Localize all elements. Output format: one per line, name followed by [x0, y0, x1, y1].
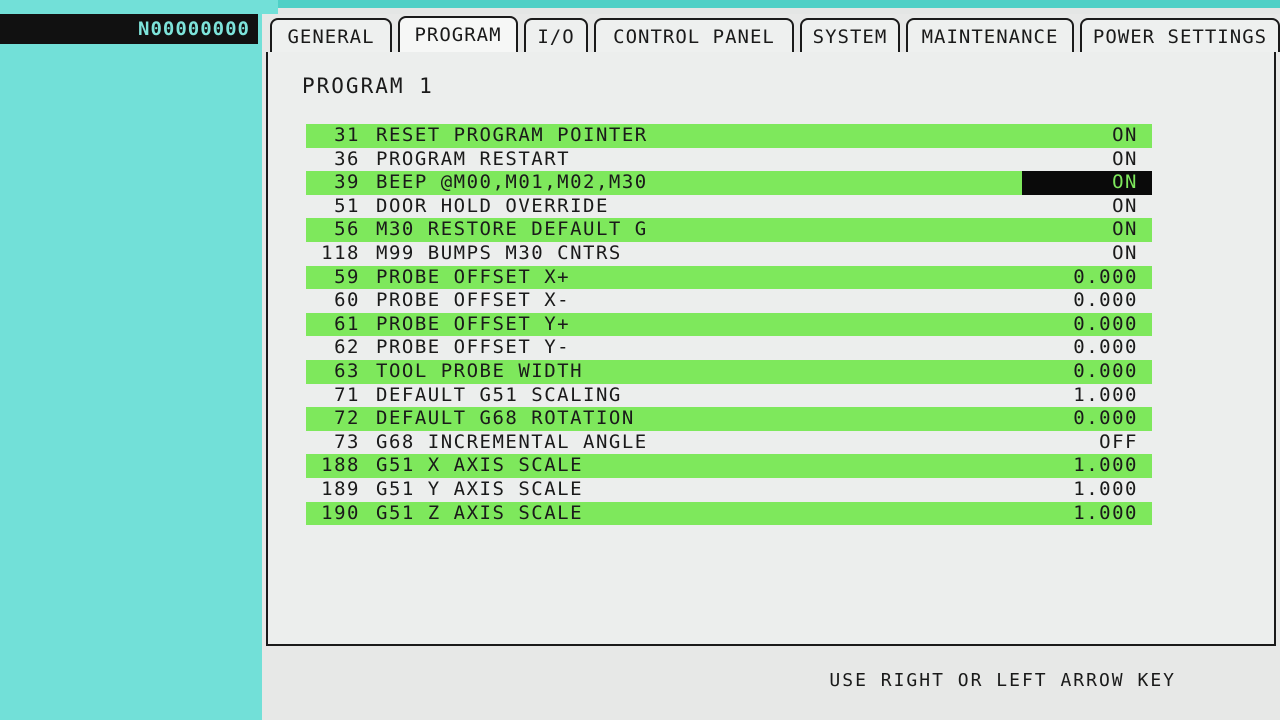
setting-number: 72	[334, 407, 360, 430]
setting-row[interactable]: 72 DEFAULT G68 ROTATION 0.000	[306, 407, 1152, 431]
setting-description: PROBE OFFSET Y+	[376, 312, 571, 335]
program-number-display: N00000000	[0, 14, 258, 44]
setting-row[interactable]: 188 G51 X AXIS SCALE 1.000	[306, 454, 1152, 478]
setting-number: 36	[334, 147, 360, 170]
tab-power-settings[interactable]: POWER SETTINGS	[1080, 18, 1280, 52]
setting-row[interactable]: 118 M99 BUMPS M30 CNTRS ON	[306, 242, 1152, 266]
setting-description: M30 RESTORE DEFAULT G	[376, 218, 648, 241]
setting-description: PROBE OFFSET X-	[376, 289, 571, 312]
setting-description: G68 INCREMENTAL ANGLE	[376, 430, 648, 453]
setting-number: 73	[334, 430, 360, 453]
setting-value: 1.000	[1073, 454, 1138, 477]
setting-row[interactable]: 56 M30 RESTORE DEFAULT G ON	[306, 218, 1152, 242]
setting-number: 188	[321, 454, 360, 477]
setting-description: RESET PROGRAM POINTER	[376, 124, 648, 146]
left-panel	[0, 0, 278, 720]
setting-value: 1.000	[1073, 501, 1138, 524]
setting-number: 39	[334, 171, 360, 194]
setting-value[interactable]: ON	[1022, 171, 1152, 195]
setting-description: PROBE OFFSET X+	[376, 265, 571, 288]
setting-value: 1.000	[1073, 477, 1138, 500]
setting-row[interactable]: 51 DOOR HOLD OVERRIDE ON	[306, 195, 1152, 219]
tab-general[interactable]: GENERAL	[270, 18, 392, 52]
settings-list: 31 RESET PROGRAM POINTER ON 36 PROGRAM REST…	[306, 124, 1152, 526]
help-text: USE RIGHT OR LEFT ARROW KEY	[829, 670, 1176, 691]
setting-value: ON	[1112, 241, 1138, 264]
setting-description: DOOR HOLD OVERRIDE	[376, 194, 609, 217]
setting-row[interactable]: 63 TOOL PROBE WIDTH 0.000	[306, 359, 1152, 384]
setting-description: G51 Z AXIS SCALE	[376, 501, 584, 524]
setting-description: G51 Y AXIS SCALE	[376, 477, 584, 500]
setting-description: DEFAULT G51 SCALING	[376, 383, 622, 406]
setting-description: PROGRAM RESTART	[376, 147, 571, 170]
setting-row[interactable]: 36 PROGRAM RESTART ON	[306, 148, 1152, 172]
tab-control-panel[interactable]: CONTROL PANEL	[594, 18, 794, 52]
setting-number: 189	[321, 477, 360, 500]
setting-value: ON	[1112, 147, 1138, 170]
setting-row[interactable]: 62 PROBE OFFSET Y- 0.000	[306, 336, 1152, 360]
section-title: PROGRAM 1	[302, 74, 434, 98]
setting-row[interactable]: 190 G51 Z AXIS SCALE 1.000	[306, 501, 1152, 526]
setting-value: OFF	[1099, 430, 1138, 453]
setting-value: 0.000	[1073, 289, 1138, 312]
setting-number: 56	[334, 218, 360, 241]
setting-row[interactable]: 31 RESET PROGRAM POINTER ON	[306, 124, 1152, 148]
setting-number: 71	[334, 383, 360, 406]
setting-number: 63	[334, 359, 360, 382]
setting-value: ON	[1112, 194, 1138, 217]
setting-value: 0.000	[1073, 265, 1138, 288]
settings-panel: GENERAL PROGRAM I/O CONTROL PANEL SYSTEM…	[262, 14, 1280, 720]
tab-bar: GENERAL PROGRAM I/O CONTROL PANEL SYSTEM…	[270, 16, 1280, 54]
setting-description: BEEP @M00,M01,M02,M30	[376, 171, 648, 194]
setting-description: DEFAULT G68 ROTATION	[376, 407, 635, 430]
setting-row[interactable]: 189 G51 Y AXIS SCALE 1.000	[306, 478, 1152, 502]
tab-maintenance[interactable]: MAINTENANCE	[906, 18, 1074, 52]
setting-row[interactable]: 61 PROBE OFFSET Y+ 0.000	[306, 312, 1152, 337]
setting-number: 61	[334, 312, 360, 335]
setting-value: 0.000	[1073, 407, 1138, 430]
setting-row[interactable]: 73 G68 INCREMENTAL ANGLE OFF	[306, 431, 1152, 455]
tab-io[interactable]: I/O	[524, 18, 588, 52]
setting-description: G51 X AXIS SCALE	[376, 454, 584, 477]
setting-value: 0.000	[1073, 359, 1138, 382]
setting-number: 59	[334, 265, 360, 288]
setting-number: 60	[334, 289, 360, 312]
setting-description: M99 BUMPS M30 CNTRS	[376, 241, 622, 264]
setting-value: 1.000	[1073, 383, 1138, 406]
setting-row[interactable]: 39 BEEP @M00,M01,M02,M30 ON	[306, 171, 1152, 195]
setting-value: 0.000	[1073, 336, 1138, 359]
setting-value: 0.000	[1073, 312, 1138, 335]
setting-number: 118	[321, 241, 360, 264]
setting-number: 62	[334, 336, 360, 359]
setting-row[interactable]: 60 PROBE OFFSET X- 0.000	[306, 289, 1152, 313]
setting-number: 31	[334, 124, 360, 146]
setting-number: 190	[321, 501, 360, 524]
setting-row[interactable]: 59 PROBE OFFSET X+ 0.000	[306, 265, 1152, 290]
setting-value: ON	[1112, 124, 1138, 146]
setting-row[interactable]: 71 DEFAULT G51 SCALING 1.000	[306, 384, 1152, 408]
setting-number: 51	[334, 194, 360, 217]
setting-description: PROBE OFFSET Y-	[376, 336, 571, 359]
settings-content: PROGRAM 1 31 RESET PROGRAM POINTER ON 36 PR…	[266, 52, 1276, 646]
setting-description: TOOL PROBE WIDTH	[376, 359, 584, 382]
tab-program[interactable]: PROGRAM	[398, 16, 518, 54]
setting-value: ON	[1112, 218, 1138, 241]
tab-system[interactable]: SYSTEM	[800, 18, 900, 52]
